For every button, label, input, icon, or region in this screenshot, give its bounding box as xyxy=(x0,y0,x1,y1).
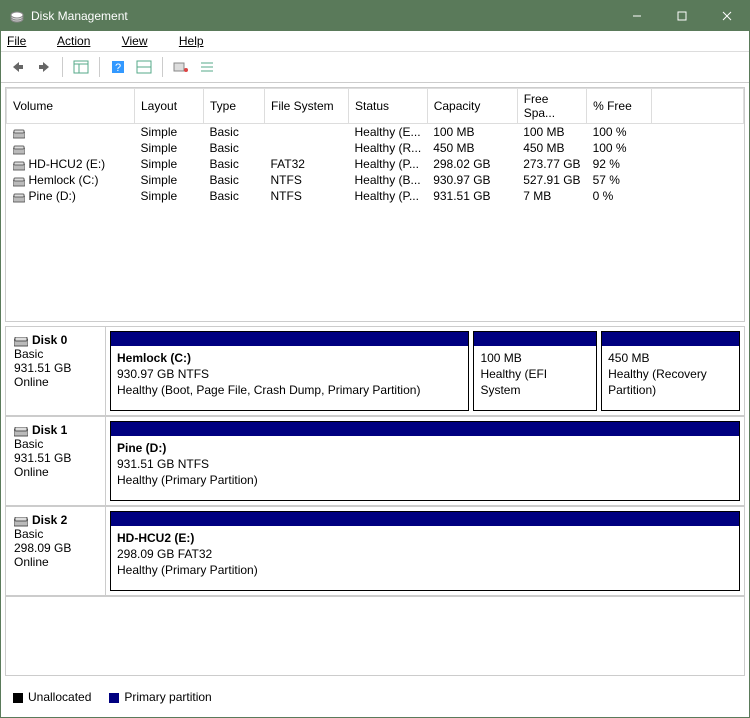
toolbar-layout-button[interactable] xyxy=(133,56,155,78)
partition[interactable]: HD-HCU2 (E:)298.09 GB FAT32Healthy (Prim… xyxy=(110,511,740,591)
help-button[interactable]: ? xyxy=(107,56,129,78)
disk-row: Disk 1Basic931.51 GBOnlinePine (D:)931.5… xyxy=(6,417,744,507)
toolbar: ? xyxy=(1,52,749,83)
disk-label[interactable]: Disk 0Basic931.51 GBOnline xyxy=(6,327,106,415)
menu-action[interactable]: Action xyxy=(57,34,104,48)
partition[interactable]: 450 MBHealthy (Recovery Partition) xyxy=(601,331,740,411)
menu-bar: File Action View Help xyxy=(1,31,749,52)
forward-button[interactable] xyxy=(33,56,55,78)
swatch-unallocated-icon xyxy=(13,693,23,703)
col-type[interactable]: Type xyxy=(204,89,265,124)
back-button[interactable] xyxy=(7,56,29,78)
partition-header-bar xyxy=(111,422,739,436)
menu-help[interactable]: Help xyxy=(179,34,218,48)
swatch-primary-icon xyxy=(109,693,119,703)
legend-unallocated: Unallocated xyxy=(13,690,91,704)
disk-row: Disk 2Basic298.09 GBOnlineHD-HCU2 (E:)29… xyxy=(6,507,744,597)
disk-row: Disk 0Basic931.51 GBOnlineHemlock (C:)93… xyxy=(6,327,744,417)
table-row[interactable]: SimpleBasicHealthy (E...100 MB100 MB100 … xyxy=(7,124,744,141)
table-row[interactable]: Pine (D:)SimpleBasicNTFSHealthy (P...931… xyxy=(7,188,744,204)
disk-icon xyxy=(14,516,28,526)
col-volume[interactable]: Volume xyxy=(7,89,135,124)
toolbar-settings-button[interactable] xyxy=(170,56,192,78)
partition-header-bar xyxy=(111,512,739,526)
partition[interactable]: 100 MBHealthy (EFI System xyxy=(473,331,597,411)
col-capacity[interactable]: Capacity xyxy=(427,89,517,124)
disk-label[interactable]: Disk 1Basic931.51 GBOnline xyxy=(6,417,106,505)
close-button[interactable] xyxy=(704,1,749,31)
maximize-button[interactable] xyxy=(659,1,704,31)
svg-text:?: ? xyxy=(115,62,121,74)
col-pctfree[interactable]: % Free xyxy=(587,89,652,124)
legend-primary: Primary partition xyxy=(109,690,211,704)
col-filesystem[interactable]: File System xyxy=(265,89,349,124)
col-status[interactable]: Status xyxy=(349,89,428,124)
drive-icon xyxy=(13,128,25,138)
partition-header-bar xyxy=(111,332,468,346)
drive-icon xyxy=(13,160,25,170)
col-freespace[interactable]: Free Spa... xyxy=(517,89,586,124)
menu-view[interactable]: View xyxy=(122,34,162,48)
app-icon xyxy=(9,8,25,24)
drive-icon xyxy=(13,192,25,202)
volume-table: Volume Layout Type File System Status Ca… xyxy=(6,88,744,204)
disk-partitions: Hemlock (C:)930.97 GB NTFSHealthy (Boot,… xyxy=(106,327,744,415)
toolbar-view-button[interactable] xyxy=(70,56,92,78)
table-row[interactable]: SimpleBasicHealthy (R...450 MB450 MB100 … xyxy=(7,140,744,156)
col-layout[interactable]: Layout xyxy=(135,89,204,124)
menu-file[interactable]: File xyxy=(7,34,40,48)
legend: Unallocated Primary partition xyxy=(1,680,749,712)
minimize-button[interactable] xyxy=(614,1,659,31)
drive-icon xyxy=(13,144,25,154)
disk-partitions: HD-HCU2 (E:)298.09 GB FAT32Healthy (Prim… xyxy=(106,507,744,595)
title-bar: Disk Management xyxy=(1,1,749,31)
volume-list-pane[interactable]: Volume Layout Type File System Status Ca… xyxy=(5,87,745,322)
partition[interactable]: Hemlock (C:)930.97 GB NTFSHealthy (Boot,… xyxy=(110,331,469,411)
disk-partitions: Pine (D:)931.51 GB NTFSHealthy (Primary … xyxy=(106,417,744,505)
toolbar-list-button[interactable] xyxy=(196,56,218,78)
table-row[interactable]: Hemlock (C:)SimpleBasicNTFSHealthy (B...… xyxy=(7,172,744,188)
disk-icon xyxy=(14,336,28,346)
disk-label[interactable]: Disk 2Basic298.09 GBOnline xyxy=(6,507,106,595)
partition[interactable]: Pine (D:)931.51 GB NTFSHealthy (Primary … xyxy=(110,421,740,501)
disk-icon xyxy=(14,426,28,436)
partition-header-bar xyxy=(602,332,739,346)
disk-graphical-pane[interactable]: Disk 0Basic931.51 GBOnlineHemlock (C:)93… xyxy=(5,326,745,676)
table-row[interactable]: HD-HCU2 (E:)SimpleBasicFAT32Healthy (P..… xyxy=(7,156,744,172)
window-title: Disk Management xyxy=(31,9,614,23)
partition-header-bar xyxy=(474,332,596,346)
drive-icon xyxy=(13,176,25,186)
